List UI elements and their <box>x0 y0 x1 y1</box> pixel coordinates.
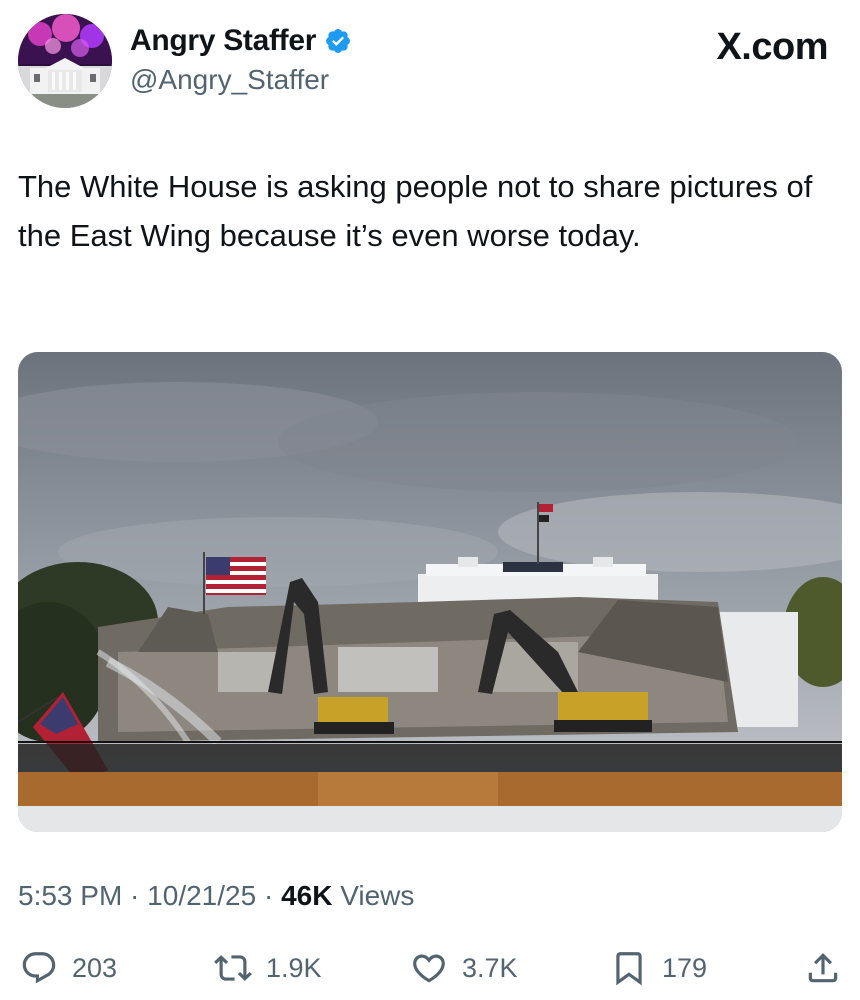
tweet-text: The White House is asking people not to … <box>18 169 813 253</box>
display-name[interactable]: Angry Staffer <box>130 24 316 58</box>
meta-separator: · <box>122 880 148 911</box>
share-button[interactable] <box>804 945 842 991</box>
reply-icon <box>20 949 58 987</box>
avatar[interactable] <box>18 14 112 108</box>
reply-count: 203 <box>72 952 118 983</box>
repost-count: 1.9K <box>266 952 322 983</box>
tweet-header: Angry Staffer @Angry_Staffer X.com <box>18 14 842 114</box>
brand-label: X.com <box>716 26 828 68</box>
heart-icon <box>410 949 448 987</box>
bookmark-button[interactable]: 179 <box>610 945 707 991</box>
tweet-meta: 5:53 PM · 10/21/25 · 46K Views <box>18 880 414 912</box>
share-icon <box>804 949 842 987</box>
tweet-time[interactable]: 5:53 PM <box>18 880 122 911</box>
tweet-actions: 203 1.9K 3.7K 179 <box>18 945 842 991</box>
tweet-date[interactable]: 10/21/25 <box>147 880 256 911</box>
white-house-fireworks-avatar-icon <box>18 14 112 108</box>
east-wing-demolition-photo-icon <box>18 352 842 832</box>
bookmark-count: 179 <box>662 952 708 983</box>
repost-icon <box>214 949 252 987</box>
reply-button[interactable]: 203 <box>20 945 117 991</box>
like-count: 3.7K <box>462 952 518 983</box>
bookmark-icon <box>610 949 648 987</box>
verified-badge-icon <box>324 27 352 55</box>
display-name-row: Angry Staffer <box>130 24 352 58</box>
repost-button[interactable]: 1.9K <box>214 945 322 991</box>
author-handle[interactable]: @Angry_Staffer <box>130 64 352 96</box>
tweet-photo[interactable] <box>18 352 842 832</box>
author-names: Angry Staffer @Angry_Staffer <box>130 24 352 96</box>
like-button[interactable]: 3.7K <box>410 945 518 991</box>
meta-separator: · <box>256 880 282 911</box>
views-count: 46K <box>281 880 333 911</box>
views-label: Views <box>332 880 415 911</box>
